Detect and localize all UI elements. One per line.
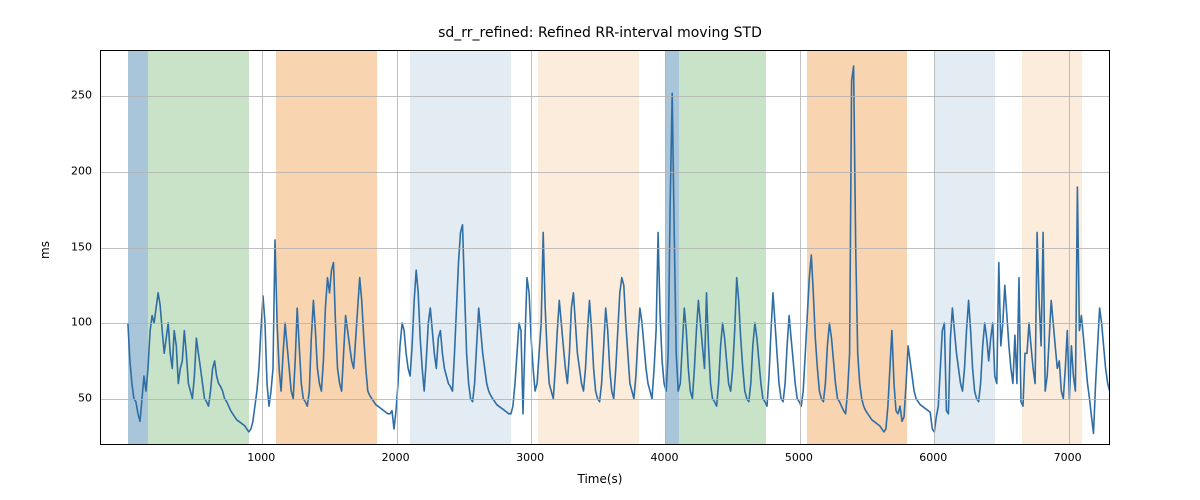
x-tick-label: 4000: [650, 451, 678, 464]
y-tick-label: 250: [71, 89, 92, 102]
x-tick-label: 2000: [382, 451, 410, 464]
data-line: [128, 66, 1110, 433]
plot-area: [100, 50, 1110, 445]
x-axis-label: Time(s): [0, 472, 1200, 486]
x-tick-label: 3000: [516, 451, 544, 464]
figure: sd_rr_refined: Refined RR-interval movin…: [0, 0, 1200, 500]
y-tick-label: 150: [71, 240, 92, 253]
gridline-horizontal: [101, 248, 1109, 249]
x-tick-label: 7000: [1054, 451, 1082, 464]
y-tick-label: 200: [71, 164, 92, 177]
gridline-horizontal: [101, 399, 1109, 400]
y-tick-label: 50: [78, 391, 92, 404]
gridline-horizontal: [101, 96, 1109, 97]
x-tick-label: 1000: [247, 451, 275, 464]
x-tick-label: 5000: [785, 451, 813, 464]
y-axis-label: ms: [38, 241, 52, 259]
y-tick-label: 100: [71, 316, 92, 329]
x-tick-label: 6000: [919, 451, 947, 464]
gridline-horizontal: [101, 172, 1109, 173]
chart-title: sd_rr_refined: Refined RR-interval movin…: [0, 25, 1200, 41]
gridline-horizontal: [101, 323, 1109, 324]
